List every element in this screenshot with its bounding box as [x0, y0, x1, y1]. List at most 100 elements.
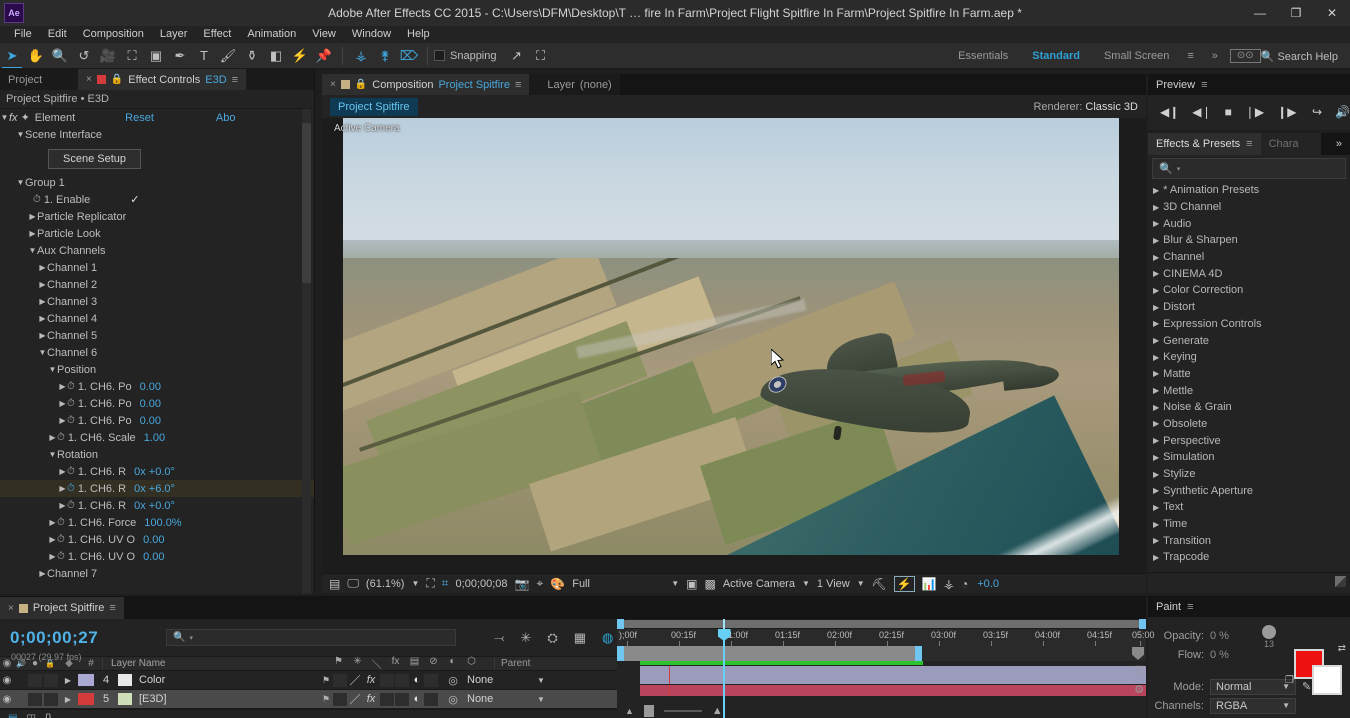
layer-switch-fx[interactable]: fx	[362, 693, 380, 705]
param-value[interactable]: 0.00	[140, 398, 161, 410]
layer-label-color[interactable]	[78, 674, 94, 686]
param-row-7[interactable]: ▶ Channel 5	[0, 327, 314, 344]
transparency-grid-icon[interactable]: ▩	[704, 577, 715, 591]
twirl-icon[interactable]: ▶	[38, 569, 47, 578]
frame-blending-icon[interactable]: ▦	[574, 630, 586, 646]
tab-close-icon[interactable]: ×	[8, 603, 14, 614]
layer-switch-quality[interactable]: ／	[348, 691, 362, 707]
twirl-icon[interactable]: ▶	[1153, 353, 1159, 362]
default-colors-icon[interactable]: ❐	[1285, 675, 1294, 686]
effect-category-0[interactable]: ▶ * Animation Presets	[1148, 182, 1350, 199]
clone-stamp-tool[interactable]: ⚱	[240, 44, 264, 68]
twirl-icon[interactable]: ▶	[38, 263, 47, 272]
view-camera-value[interactable]: Active Camera	[723, 578, 795, 590]
stopwatch-icon[interactable]: ⏱	[57, 551, 65, 562]
twirl-icon[interactable]: ▶	[1153, 486, 1159, 495]
tab-project[interactable]: Project	[0, 69, 78, 90]
parent-dropdown-icon[interactable]: ▼	[537, 695, 545, 704]
layer-switch-frameblend[interactable]	[380, 673, 394, 687]
layer-solo-toggle[interactable]	[28, 673, 42, 687]
twirl-icon[interactable]: ▶	[1153, 470, 1159, 479]
switch-col-4[interactable]: ▤	[408, 656, 421, 671]
view-camera-dropdown-icon[interactable]: ▼	[802, 579, 810, 588]
maximize-button[interactable]: ❐	[1278, 0, 1314, 26]
hide-shy-layers-icon[interactable]: ⛭	[547, 630, 557, 646]
param-row-12[interactable]: ▶ ⏱ 1. CH6. Po 0.00	[0, 412, 314, 429]
switch-col-1[interactable]: ✳	[351, 656, 364, 671]
twirl-icon[interactable]: ▼	[0, 113, 9, 122]
layer-switch-shy[interactable]: ⚑	[319, 675, 333, 686]
scene-interface-group[interactable]: ▼ Scene Interface	[0, 126, 314, 143]
twirl-icon[interactable]: ▼	[16, 178, 25, 187]
twirl-icon[interactable]: ▶	[58, 484, 67, 493]
parent-dropdown-icon[interactable]: ▼	[537, 676, 545, 685]
twirl-icon[interactable]: ▼	[48, 450, 57, 459]
switch-col-0[interactable]: ⚑	[332, 656, 345, 671]
menu-animation[interactable]: Animation	[239, 26, 304, 43]
stopwatch-icon[interactable]: ⏱	[67, 415, 75, 426]
panel-menu-icon[interactable]: ≡	[1246, 138, 1252, 150]
lock-icon[interactable]: 🔒	[111, 74, 123, 85]
opacity-value[interactable]: 0 %	[1210, 630, 1229, 642]
effect-category-22[interactable]: ▶ Trapcode	[1148, 549, 1350, 566]
tab-close-icon[interactable]: ×	[86, 74, 92, 85]
column-parent-header[interactable]: Parent	[494, 658, 530, 669]
effect-category-3[interactable]: ▶ Blur & Sharpen	[1148, 232, 1350, 249]
twirl-icon[interactable]: ▼	[38, 348, 47, 357]
switch-col-3[interactable]: fx	[389, 656, 402, 671]
snapshot-icon[interactable]: 📷	[515, 577, 530, 591]
twirl-icon[interactable]: ▶	[48, 518, 57, 527]
eyedropper-icon[interactable]: ✎	[1302, 680, 1311, 693]
layer-switch-motionblur[interactable]	[395, 692, 409, 706]
twirl-icon[interactable]: ▶	[58, 416, 67, 425]
layer-label-color[interactable]	[78, 693, 94, 705]
about-button[interactable]: Abo	[216, 112, 236, 124]
stopwatch-icon[interactable]: ⏱	[67, 398, 75, 409]
layer-switch-frameblend[interactable]	[380, 692, 394, 706]
twirl-icon[interactable]: ▶	[1153, 269, 1159, 278]
param-row-9[interactable]: ▼ Position	[0, 361, 314, 378]
swap-colors-icon[interactable]: ⇄	[1338, 643, 1346, 654]
param-row-16[interactable]: ▶ ⏱ 1. CH6. R 0x +6.0°	[0, 480, 314, 497]
effect-category-11[interactable]: ▶ Matte	[1148, 366, 1350, 383]
param-row-3[interactable]: ▶ Channel 1	[0, 259, 314, 276]
navigator-range[interactable]	[624, 620, 1139, 628]
param-row-15[interactable]: ▶ ⏱ 1. CH6. R 0x +0.0°	[0, 463, 314, 480]
camera-tool[interactable]: 🎥	[96, 44, 120, 68]
twirl-icon[interactable]: ▶	[1153, 203, 1159, 212]
channels-icon[interactable]: 🎨	[550, 577, 565, 591]
menu-help[interactable]: Help	[399, 26, 438, 43]
param-value[interactable]: 0x +0.0°	[134, 466, 175, 478]
stopwatch-icon[interactable]: ⏱	[67, 466, 75, 477]
switch-col-7[interactable]: ⬡	[465, 656, 478, 671]
channels-dropdown[interactable]: RGBA ▼	[1210, 697, 1296, 714]
type-tool[interactable]: T	[192, 44, 216, 68]
hand-tool[interactable]: ✋	[24, 44, 48, 68]
layer-solo-toggle[interactable]	[28, 692, 42, 706]
twirl-icon[interactable]: ▶	[38, 331, 47, 340]
param-row-0[interactable]: ▶ Particle Replicator	[0, 208, 314, 225]
twirl-icon[interactable]: ▼	[48, 365, 57, 374]
views-value[interactable]: 1 View	[817, 578, 850, 590]
renderer-info[interactable]: Renderer: Classic 3D	[1033, 101, 1138, 113]
twirl-icon[interactable]: ▶	[1153, 369, 1159, 378]
composition-viewport[interactable]: Active Camera	[322, 118, 1146, 573]
work-area-bar[interactable]	[617, 646, 1146, 661]
show-snapshot-icon[interactable]: ⌖	[537, 576, 544, 591]
flow-value[interactable]: 0 %	[1210, 649, 1229, 661]
timeline-icon[interactable]: 📊	[922, 577, 937, 591]
tab-effects-presets[interactable]: Effects & Presets ≡	[1148, 133, 1261, 155]
resolution-dropdown-icon[interactable]: ▼	[671, 579, 679, 588]
param-row-17[interactable]: ▶ ⏱ 1. CH6. R 0x +0.0°	[0, 497, 314, 514]
effect-category-18[interactable]: ▶ Synthetic Aperture	[1148, 482, 1350, 499]
twirl-icon[interactable]: ▶	[1153, 419, 1159, 428]
layer-visibility-toggle[interactable]: ◉	[0, 675, 14, 686]
layer-switch-collapse[interactable]	[333, 673, 347, 687]
search-help-field[interactable]: 🔍 Search Help	[1261, 50, 1350, 63]
layer-parent-value[interactable]: None	[467, 674, 537, 686]
workspace-burger-icon[interactable]: ≡	[1181, 43, 1199, 69]
timeline-ruler[interactable]: );00f 00:15f 01:00f 01:15f 02:00f 02:15f 03:00…	[617, 629, 1155, 646]
resolution-value[interactable]: Full	[572, 578, 664, 590]
pen-tool[interactable]: ✒	[168, 44, 192, 68]
work-area-range[interactable]	[617, 646, 922, 661]
